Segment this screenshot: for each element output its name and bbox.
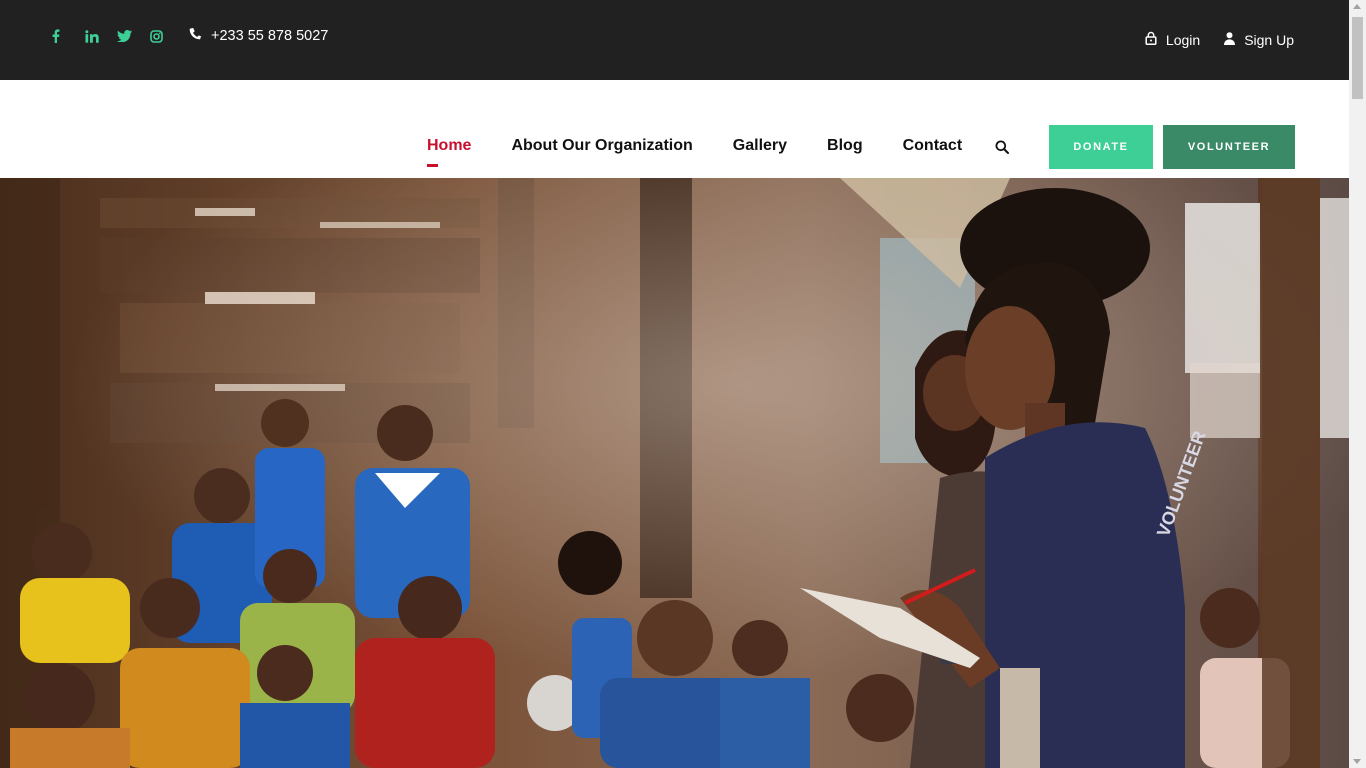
main-navbar: Home About Our Organization Gallery Blog… (0, 80, 1349, 178)
twitter-icon[interactable] (117, 28, 150, 44)
search-icon[interactable] (995, 140, 1011, 156)
auth-links: Login Sign Up (1121, 31, 1294, 48)
hero-photo: VOLUNTEER (0, 178, 1349, 768)
nav-item-blog[interactable]: Blog (827, 137, 863, 155)
social-links (52, 28, 182, 44)
linkedin-icon[interactable] (84, 28, 118, 44)
user-icon (1224, 31, 1236, 48)
facebook-icon[interactable] (52, 28, 85, 44)
scrollbar-thumb[interactable] (1352, 17, 1363, 99)
login-label: Login (1165, 31, 1201, 48)
page-scrollbar[interactable] (1349, 0, 1366, 768)
scroll-up-arrow-icon[interactable] (1353, 4, 1361, 9)
lock-icon (1145, 31, 1157, 48)
nav-item-gallery[interactable]: Gallery (733, 137, 787, 155)
login-link[interactable]: Login (1145, 31, 1200, 48)
phone-icon (189, 27, 202, 44)
nav-item-contact[interactable]: Contact (903, 137, 963, 155)
instagram-icon[interactable] (149, 28, 183, 44)
donate-button[interactable]: DONATE (1049, 125, 1153, 169)
nav-item-home[interactable]: Home (427, 137, 471, 167)
signup-label: Sign Up (1244, 31, 1294, 48)
phone-number: +233 55 878 5027 (211, 27, 329, 44)
nav-item-about[interactable]: About Our Organization (511, 137, 692, 155)
hero-image: VOLUNTEER (0, 178, 1349, 768)
phone-contact: +233 55 878 5027 (189, 27, 328, 44)
main-nav: Home About Our Organization Gallery Blog… (427, 137, 1002, 167)
volunteer-button[interactable]: VOLUNTEER (1163, 125, 1295, 169)
signup-link[interactable]: Sign Up (1224, 32, 1294, 48)
scroll-down-arrow-icon[interactable] (1353, 759, 1361, 764)
top-bar: +233 55 878 5027 Login Sign Up (0, 0, 1349, 80)
